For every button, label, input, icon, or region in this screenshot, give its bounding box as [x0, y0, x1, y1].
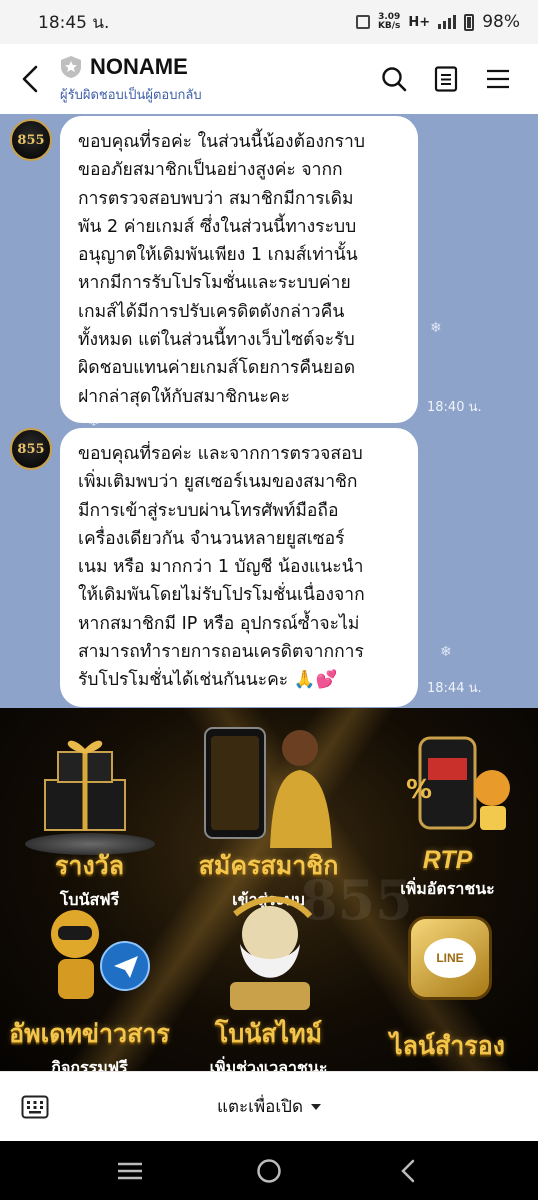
snowflake-icon: ❄ [440, 644, 452, 660]
network-type: H+ [408, 14, 431, 30]
message-line: ผิดชอบแทนค่ายเกมส์โดยการคืนยอด [78, 358, 356, 379]
message-line: ขออภัยสมาชิกเป็นอย่างสูงค่ะ จากก [78, 160, 343, 181]
message-line: เพิ่มเติมพบว่า ยูสเซอร์เนมของสมาชิก [78, 472, 358, 493]
signal-icon [438, 15, 457, 29]
message-line: ขอบคุณที่รอค่ะ ในส่วนนี้น้องต้องกราบ [78, 132, 365, 152]
message-line: อนุญาตให้เดิมพันเพียง 1 เกมส์เท่านั้น [78, 245, 358, 266]
message-time: 18:40 น. [427, 400, 482, 415]
chat-header: NONAME ผู้รับผิดชอบเป็นผู้ตอบกลับ [0, 44, 538, 114]
keyboard-icon [21, 1095, 49, 1118]
back-button[interactable] [0, 44, 60, 114]
chat-area[interactable]: ❄ ❄ ❄ 855 ขอบคุณที่รอค่ะ ในส่วนนี้น้องต้… [0, 114, 538, 708]
message-line: ให้เดิมพันโดยไม่รับโปรโมชั่นเนื่องจาก [78, 585, 365, 606]
recent-apps-icon [117, 1162, 142, 1179]
message-line: ฝากล่าสุดให้กับสมาชิกนะคะ [78, 386, 291, 407]
notes-icon [434, 66, 458, 92]
battery-percent: 98% [482, 12, 520, 32]
bottom-bar: แตะเพื่อเปิด [0, 1071, 538, 1141]
message-bubble[interactable]: ขอบคุณที่รอค่ะ และจากการตรวจสอบ เพิ่มเติ… [60, 428, 418, 707]
keyboard-button[interactable] [0, 1072, 70, 1142]
nav-back-button[interactable] [388, 1151, 428, 1191]
message-line: ขอบคุณที่รอค่ะ และจากการตรวจสอบ [78, 444, 363, 464]
status-bar: 18:45 น. 3.09 KB/s H+ 98% [0, 0, 538, 44]
battery-icon [464, 13, 475, 31]
search-icon [382, 67, 407, 92]
zeus-illustration [230, 896, 313, 1010]
message-line: มีการเข้าสู่ระบบผ่านโทรศัพท์มือถือ [78, 500, 339, 521]
banner-tile-bonus-time[interactable]: โบนัสไทม์ เพิ่มช่วงเวลาชนะ [179, 1014, 358, 1071]
message-bubble[interactable]: ขอบคุณที่รอค่ะ ในส่วนนี้น้องต้องกราบ ขออ… [60, 116, 418, 423]
open-menu-toggle[interactable]: แตะเพื่อเปิด [70, 1093, 468, 1120]
message-line: เกมส์ได้มีการปรับเครดิตดังกล่าวคืน [78, 301, 345, 322]
message-line: หากสมาชิกมี IP หรือ อุปกรณ์ซ้ำจะไม่ [78, 613, 360, 634]
robot-telegram-illustration [51, 910, 150, 999]
open-menu-label: แตะเพื่อเปิด [217, 1097, 303, 1117]
tile-title: สมัครสมาชิก [198, 851, 339, 880]
avatar-label: 855 [17, 441, 45, 457]
home-button[interactable] [249, 1151, 289, 1191]
caret-down-icon [311, 1103, 321, 1110]
back-icon [22, 65, 38, 93]
tile-subtitle: เพิ่มช่วงเวลาชนะ [209, 1058, 328, 1071]
message-line: เนม หรือ มากกว่า 1 บัญชี น้องแนะนำ [78, 557, 364, 578]
message-line: รับโปรโมชั่นได้เช่นกันนะคะ 🙏💕 [78, 670, 338, 691]
tile-title: โบนัสไทม์ [214, 1019, 323, 1048]
recent-apps-button[interactable] [110, 1151, 150, 1191]
tile-title: อัพเดทข่าวสาร [9, 1019, 170, 1048]
message-line: เครื่องเดียวกัน จำนวนหลายยูสเซอร์ [78, 528, 345, 549]
shield-icon [61, 55, 81, 78]
chat-title-block[interactable]: NONAME ผู้รับผิดชอบเป็นผู้ตอบกลับ [60, 54, 380, 105]
search-button[interactable] [380, 65, 408, 93]
hostess-phone-illustration [204, 727, 332, 848]
avatar-label: 855 [17, 132, 45, 148]
status-icons: 3.09 KB/s H+ 98% [355, 12, 520, 32]
vibrate-icon [355, 15, 370, 29]
message-time: 18:44 น. [427, 681, 482, 696]
line-icon: LINE [424, 938, 476, 978]
banner-tile-news[interactable]: อัพเดทข่าวสาร กิจกรรมฟรี [0, 1014, 179, 1071]
rich-menu-banner[interactable]: 855 % รางวัล โบนัสฟรี สมัครสมาชิก เข้าสู… [0, 708, 538, 1071]
menu-icon [487, 69, 509, 89]
message-line: การตรวจสอบพบว่า สมาชิกมีการเดิม [78, 188, 354, 209]
status-time: 18:45 น. [38, 12, 110, 33]
home-icon [257, 1158, 281, 1183]
menu-button[interactable] [484, 65, 512, 93]
tile-title: ไลน์สำรอง [390, 1031, 505, 1060]
notes-button[interactable] [432, 65, 460, 93]
message-line: หากมีการรับโปรโมชั่นและระบบค่าย [78, 273, 351, 294]
sender-avatar[interactable]: 855 [10, 428, 52, 470]
nav-back-icon [401, 1159, 415, 1182]
banner-tile-backup-line[interactable]: ไลน์สำรอง [358, 1026, 537, 1066]
tile-title: รางวัล [54, 851, 125, 880]
message-line: พัน 2 ค่ายเกมส์ ซึ่งในส่วนนี้ทางระบบ [78, 216, 357, 237]
chat-title: NONAME [90, 53, 188, 79]
line-logo-button: LINE [408, 916, 492, 1000]
tile-title: RTP [422, 846, 473, 874]
tile-subtitle: กิจกรรมฟรี [51, 1058, 128, 1071]
net-speed: 3.09 KB/s [378, 13, 400, 31]
slot-machine-tiger-illustration: % [406, 736, 510, 830]
message-line: สามารถทำรายการถอนเครดิตจากการ [78, 642, 364, 663]
tile-subtitle: เพิ่มอัตราชนะ [400, 879, 495, 898]
message-line: ทั้งหมด แต่ในส่วนนี้ทางเว็บไซต์จะรับ [78, 330, 355, 351]
sender-avatar[interactable]: 855 [10, 119, 52, 161]
banner-tile-rtp[interactable]: RTP เพิ่มอัตราชนะ [358, 846, 537, 902]
banner-tile-reward[interactable]: รางวัล โบนัสฟรี [0, 846, 179, 913]
gift-boxes-icon [44, 740, 126, 831]
net-speed-unit: KB/s [377, 21, 401, 31]
svg-text:%: % [406, 775, 432, 805]
snowflake-icon: ❄ [430, 320, 442, 336]
android-nav-bar [0, 1141, 538, 1200]
chat-subtitle: ผู้รับผิดชอบเป็นผู้ตอบกลับ [60, 87, 202, 103]
